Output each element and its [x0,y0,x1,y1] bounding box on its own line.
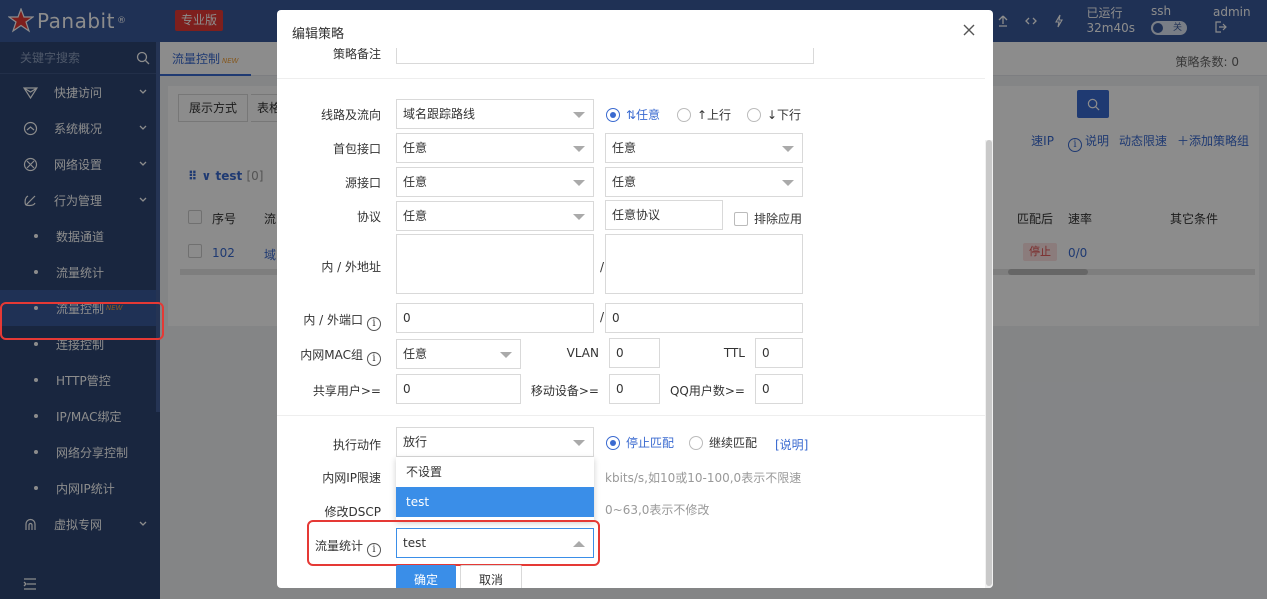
radio-label: ↓下行 [767,108,802,122]
radio-label: ⇅任意 [626,108,661,122]
checkbox-box [734,211,748,226]
dialog-title: 编辑策略 [292,27,345,42]
edit-policy-dialog: 编辑策略 策略备注 线路及流向 域名跟踪路线 ⇅任意 ↑上行 ↓下行 首包接口 … [277,10,993,588]
dialog-scrollbar[interactable] [985,140,993,588]
port-label-text: 内 / 外端口 [303,313,363,327]
action-select[interactable]: 放行 [396,427,594,457]
outer-port-input[interactable]: 0 [605,303,803,333]
mobile-input[interactable]: 0 [609,374,660,404]
dscp-label: 修改DSCP [324,505,381,519]
mobile-label: 移动设备>= [530,384,599,398]
line-label: 线路及流向 [320,108,381,122]
radio-circle [606,435,620,450]
line-select[interactable]: 域名跟踪路线 [396,99,594,129]
direction-down-radio[interactable]: ↓下行 [747,106,801,123]
highlight-traffic-control [0,302,164,340]
chevron-down-icon [573,146,585,152]
continue-match-radio[interactable]: 继续匹配 [689,434,757,451]
direction-any-radio[interactable]: ⇅任意 [606,106,660,123]
ip-limit-label: 内网IP限速 [322,471,381,485]
vlan-input[interactable]: 0 [609,338,660,368]
radio-label: ↑上行 [697,108,732,122]
scroll-thumb[interactable] [986,140,992,586]
chevron-down-icon [573,180,585,186]
protocol-input[interactable]: 任意协议 [605,200,723,230]
radio-label: 继续匹配 [709,436,758,450]
highlight-traffic-stats [307,520,600,566]
confirm-button[interactable]: 确定 [396,565,457,588]
dialog-body: 策略备注 线路及流向 域名跟踪路线 ⇅任意 ↑上行 ↓下行 首包接口 任意 任意… [277,48,993,588]
mac-group-select[interactable]: 任意 [396,339,521,369]
select-value: 任意 [403,209,428,223]
first-if-select-1[interactable]: 任意 [396,133,594,163]
checkbox-label: 排除应用 [754,212,803,226]
line-select-value: 域名跟踪路线 [403,107,476,121]
stats-dropdown-list: 不设置 test [396,457,594,521]
direction-up-radio[interactable]: ↑上行 [677,106,731,123]
exclude-app-checkbox[interactable]: 排除应用 [734,210,802,227]
chevron-down-icon [573,440,585,446]
radio-label: 停止匹配 [626,436,675,450]
chevron-down-icon [782,146,794,152]
vlan-label: VLAN [566,346,599,360]
chevron-down-icon [573,214,585,220]
chevron-down-icon [500,352,512,358]
ip-limit-hint: kbits/s,如10或10-100,0表示不限速 [605,471,802,485]
select-value: 任意 [612,175,637,189]
stop-match-radio[interactable]: 停止匹配 [606,434,674,451]
remark-label: 策略备注 [332,48,381,61]
select-value: 任意 [403,141,428,155]
src-if-select-1[interactable]: 任意 [396,167,594,197]
port-label: 内 / 外端口 i [287,311,381,331]
inner-address-input[interactable] [396,234,594,294]
qq-input[interactable]: 0 [755,374,803,404]
divider [277,415,985,416]
dropdown-option-none[interactable]: 不设置 [396,457,594,487]
first-if-label: 首包接口 [332,142,381,156]
dscp-hint: 0~63,0表示不修改 [605,503,710,517]
radio-circle [677,107,691,122]
select-value: 任意 [403,175,428,189]
radio-circle [747,107,761,122]
info-icon[interactable]: i [367,317,381,331]
first-if-select-2[interactable]: 任意 [605,133,803,163]
address-label: 内 / 外地址 [321,260,381,274]
src-if-select-2[interactable]: 任意 [605,167,803,197]
info-icon[interactable]: i [367,352,381,366]
address-slash: / [599,260,604,274]
protocol-select[interactable]: 任意 [396,201,594,231]
action-label: 执行动作 [332,438,381,452]
cancel-button[interactable]: 取消 [460,565,523,588]
share-input[interactable]: 0 [396,374,521,404]
inner-port-input[interactable]: 0 [396,303,594,333]
ttl-label: TTL [723,346,745,360]
select-value: 任意 [612,141,637,155]
remark-input[interactable] [396,48,814,64]
port-slash: / [599,310,604,324]
outer-address-input[interactable] [605,234,803,294]
radio-circle [689,435,703,450]
select-value: 放行 [403,435,428,449]
close-icon[interactable] [961,22,977,38]
radio-circle [606,107,620,122]
src-if-label: 源接口 [344,176,381,190]
ttl-input[interactable]: 0 [755,338,803,368]
protocol-label: 协议 [356,210,381,224]
chevron-down-icon [573,112,585,118]
chevron-down-icon [782,180,794,186]
mac-label: 内网MAC组 i [282,346,381,366]
divider [277,78,985,79]
qq-label: QQ用户数>= [669,384,745,398]
dropdown-option-test[interactable]: test [396,487,594,517]
share-label: 共享用户>= [312,384,381,398]
select-value: 任意 [403,347,428,361]
mac-label-text: 内网MAC组 [300,348,363,362]
explain-link[interactable]: [说明] [775,436,815,453]
